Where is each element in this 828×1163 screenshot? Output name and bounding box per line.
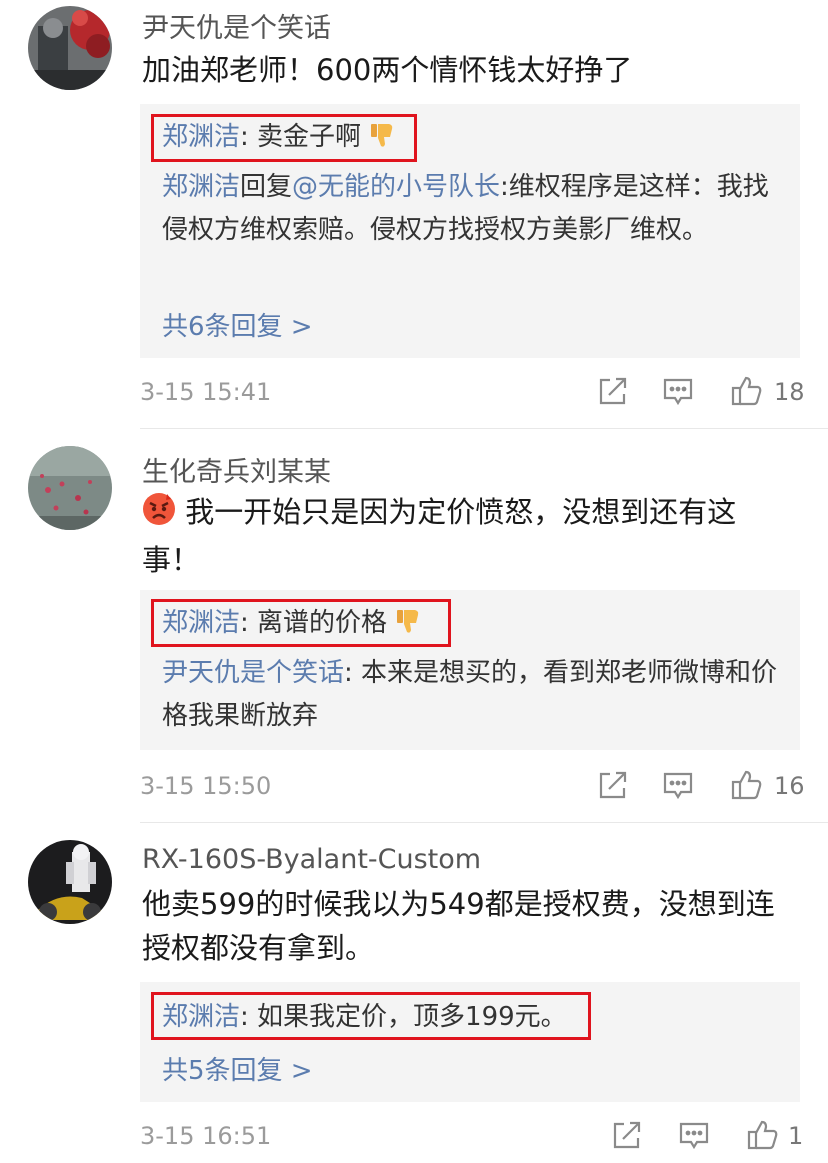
comment-text: 我一开始只是因为定价愤怒，没想到还有这事！	[142, 490, 792, 582]
avatar[interactable]	[28, 840, 112, 924]
timestamp: 3-15 16:51	[140, 1122, 272, 1150]
red-highlight-box	[151, 114, 417, 162]
more-replies-link[interactable]: 共5条回复 >	[162, 1050, 313, 1087]
comment-icon[interactable]	[661, 768, 695, 802]
reply-author-name[interactable]: 尹天仇是个笑话	[162, 658, 344, 688]
meta-row: 3-15 15:50 16	[140, 768, 805, 808]
like-count: 16	[774, 772, 805, 800]
like-icon[interactable]	[746, 1118, 780, 1152]
username[interactable]: RX-160S-Byalant-Custom	[142, 844, 481, 875]
share-icon[interactable]	[596, 374, 630, 408]
share-icon[interactable]	[610, 1118, 644, 1152]
comment-text: 他卖599的时候我以为549都是授权费，没想到连授权都没有拿到。	[142, 887, 775, 965]
like-count: 18	[774, 378, 805, 406]
timestamp: 3-15 15:41	[140, 378, 272, 406]
comment-icon[interactable]	[661, 374, 695, 408]
comment-text-content: 我一开始只是因为定价愤怒，没想到还有这事！	[142, 495, 737, 577]
username[interactable]: 生化奇兵刘某某	[142, 450, 331, 489]
avatar[interactable]	[28, 6, 112, 90]
reply: 郑渊洁回复@无能的小号队长:维权程序是这样：我找侵权方维权索赔。侵权方找授权方美…	[162, 166, 782, 252]
reply-author-name[interactable]: 郑渊洁	[162, 172, 240, 202]
reply-box[interactable]: 郑渊洁: 卖金子啊 郑渊洁回复@无能的小号队长:维权程序是这样：我找侵权方维权索…	[140, 104, 800, 358]
mention-link[interactable]: @无能的小号队长	[292, 172, 500, 202]
reply-mid: 回复	[240, 172, 293, 202]
like-icon[interactable]	[730, 768, 764, 802]
like-count: 1	[788, 1122, 804, 1150]
avatar[interactable]	[28, 446, 112, 530]
meta-row: 3-15 16:51 1	[140, 1118, 804, 1158]
comment-text: 加油郑老师！600两个情怀钱太好挣了	[142, 53, 633, 87]
divider	[140, 822, 828, 823]
red-highlight-box	[151, 599, 451, 647]
meta-row: 3-15 15:41 18	[140, 374, 805, 414]
angry-face-emoji	[142, 492, 176, 538]
red-highlight-box	[151, 992, 591, 1040]
reply: 尹天仇是个笑话: 本来是想买的，看到郑老师微博和价格我果断放弃	[162, 652, 782, 738]
comment-icon[interactable]	[677, 1118, 711, 1152]
divider	[140, 428, 828, 429]
more-replies-link[interactable]: 共6条回复 >	[162, 306, 313, 343]
reply-box[interactable]: 郑渊洁: 离谱的价格 尹天仇是个笑话: 本来是想买的，看到郑老师微博和价格我果断…	[140, 590, 800, 750]
username[interactable]: 尹天仇是个笑话	[142, 6, 331, 45]
timestamp: 3-15 15:50	[140, 772, 272, 800]
share-icon[interactable]	[596, 768, 630, 802]
like-icon[interactable]	[730, 374, 764, 408]
reply-box[interactable]: 郑渊洁: 如果我定价，顶多199元。 共5条回复 >	[140, 982, 800, 1102]
